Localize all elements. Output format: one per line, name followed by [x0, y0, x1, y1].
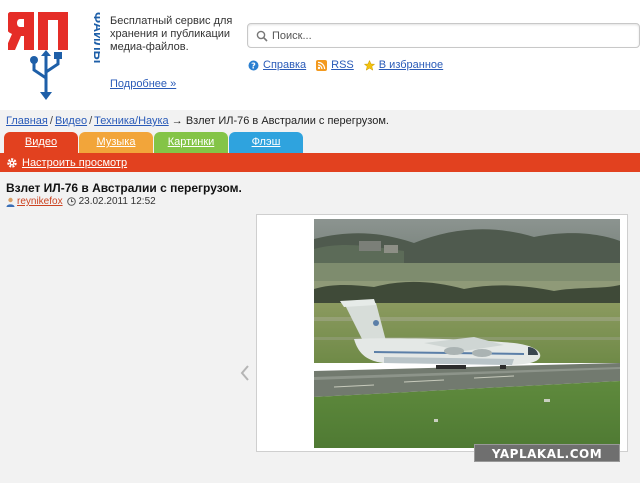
tab-video[interactable]: Видео	[4, 132, 78, 154]
category-tabs: Видео Музыка Картинки Флэш	[4, 132, 304, 154]
help-link-label: Справка	[263, 59, 307, 71]
help-link[interactable]: ? Справка	[248, 59, 306, 71]
favorites-link-label: В избранное	[378, 59, 444, 71]
view-settings-label: Настроить просмотр	[22, 156, 128, 169]
author-link[interactable]: reynikefox	[17, 196, 63, 207]
media-viewer	[256, 214, 628, 452]
breadcrumb-separator: /	[49, 115, 53, 127]
search-input[interactable]	[272, 27, 632, 45]
rss-icon	[316, 59, 328, 71]
tab-flash[interactable]: Флэш	[229, 132, 303, 154]
breadcrumb-tech-science[interactable]: Техника/Наука	[94, 115, 169, 127]
header-links: ? Справка RSS В избранное	[248, 58, 453, 72]
tab-pictures[interactable]: Картинки	[154, 132, 228, 154]
chevron-left-icon[interactable]	[238, 363, 252, 383]
more-info-link[interactable]: Подробнее »	[110, 78, 176, 90]
breadcrumb-arrow: →	[171, 115, 183, 127]
svg-text:?: ?	[251, 61, 256, 70]
breadcrumb-video[interactable]: Видео	[55, 115, 87, 127]
gear-icon	[7, 157, 17, 168]
favorites-link[interactable]: В избранное	[363, 59, 444, 71]
search-box	[247, 23, 640, 48]
search-icon[interactable]	[256, 30, 268, 42]
breadcrumb-home[interactable]: Главная	[6, 115, 48, 127]
video-frame-image[interactable]	[314, 219, 620, 448]
breadcrumb-current: Взлет ИЛ-76 в Австралии с перегрузом.	[185, 115, 389, 127]
logo-vertical-text: ФАЙЛЫ	[91, 12, 100, 63]
site-logo[interactable]: ФАЙЛЫ	[5, 8, 106, 100]
view-settings-bar[interactable]: Настроить просмотр	[0, 153, 640, 172]
post-title: Взлет ИЛ-76 в Австралии с перегрузом.	[6, 181, 242, 195]
watermark: YAPLAKAL.COM	[474, 444, 620, 462]
post-datetime: 23.02.2011 12:52	[78, 196, 156, 207]
site-tagline: Бесплатный сервис для хранения и публика…	[110, 15, 233, 53]
star-icon	[363, 59, 375, 71]
site-header: ФАЙЛЫ Бесплатный сервис для хранения и п…	[0, 0, 640, 110]
breadcrumb-separator: /	[89, 115, 93, 127]
rss-link-label: RSS	[331, 59, 354, 71]
post-meta: reynikefox 23.02.2011 12:52	[6, 196, 156, 207]
breadcrumb: Главная / Видео / Техника/Наука → Взлет ИЛ-7…	[6, 115, 389, 127]
clock-icon	[66, 197, 76, 206]
tab-music[interactable]: Музыка	[79, 132, 153, 154]
user-icon	[6, 197, 15, 207]
help-icon: ?	[248, 60, 259, 70]
rss-link[interactable]: RSS	[316, 59, 354, 71]
